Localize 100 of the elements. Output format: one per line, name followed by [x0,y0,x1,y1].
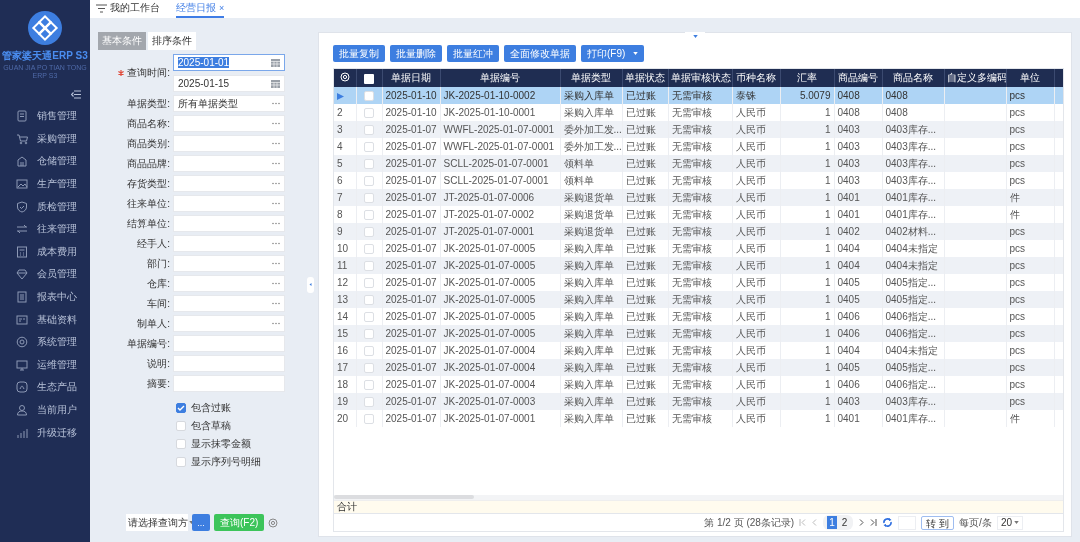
first-page-icon[interactable] [799,519,807,526]
table-row[interactable]: 20 2025-01-07 JK-2025-01-07-0001 采购入库单 已过账 无需审核 人民币 1 0401 0401库存... 件 [334,410,1063,427]
table-row[interactable]: 2025-01-10 JK-2025-01-10-0002 采购入库单 已过账 无需审核 泰铢 5.0079 0408 0408 pcs [334,87,1063,104]
row-checkbox[interactable] [364,346,374,357]
row-checkbox[interactable] [364,125,374,136]
table-row[interactable]: 11 2025-01-07 JK-2025-01-07-0005 采购入库单 已过账 无需审核 人民币 1 0404 0404未指定 pcs [334,257,1063,274]
input-field[interactable] [173,375,285,392]
sidebar-item[interactable]: 生产管理 [0,172,90,196]
sidebar-item[interactable]: 质检管理 [0,195,90,218]
more-icon[interactable] [272,122,280,125]
picker-field[interactable] [173,215,285,232]
column-header[interactable]: 单位 [1006,69,1054,87]
row-checkbox[interactable] [364,278,374,289]
sidebar-item[interactable]: 基础资料 [0,308,90,331]
sidebar-item[interactable]: 报表中心 [0,285,90,309]
row-checkbox[interactable] [364,295,374,306]
sidebar-item[interactable]: 采购管理 [0,127,90,151]
header-checkbox[interactable] [364,73,374,84]
input-field[interactable] [173,355,285,372]
more-icon[interactable] [272,262,280,265]
row-checkbox[interactable] [364,176,374,187]
column-header[interactable]: 汇率 [780,69,834,87]
column-header[interactable]: 单据编号 [440,69,560,87]
more-icon[interactable] [272,242,280,245]
tab[interactable]: 经营日报 × [176,0,225,18]
picker-field[interactable] [173,235,285,252]
table-row[interactable]: 13 2025-01-07 JK-2025-01-07-0005 采购入库单 已过账 无需审核 人民币 1 0405 0405指定... pcs [334,291,1063,308]
date-field[interactable]: 2025-01-01 [173,54,285,71]
picker-field[interactable] [173,135,285,152]
more-icon[interactable] [272,142,280,145]
table-row[interactable]: 15 2025-01-07 JK-2025-01-07-0005 采购入库单 已过账 无需审核 人民币 1 0406 0406指定... pcs [334,325,1063,342]
toolbar-button[interactable]: 批量红冲 [447,45,499,62]
column-header[interactable]: 单据审核状态 [668,69,732,87]
row-checkbox[interactable] [364,363,374,374]
date-field[interactable]: 2025-01-15 [173,75,285,92]
column-header[interactable]: 单据类型 [560,69,622,87]
more-button[interactable]: ... [192,514,210,531]
picker-field[interactable] [173,315,285,332]
table-row[interactable]: 19 2025-01-07 JK-2025-01-07-0003 采购入库单 已过账 无需审核 人民币 1 0403 0403库存... pcs [334,393,1063,410]
collapse-menu-icon[interactable] [71,90,81,99]
picker-field[interactable] [173,275,285,292]
more-icon[interactable] [272,102,280,105]
sidebar-item[interactable]: 生态产品 [0,376,90,399]
row-checkbox[interactable] [364,193,374,204]
page-button[interactable]: 2 [839,516,850,529]
picker-field[interactable]: 所有单据类型 [173,95,285,112]
table-row[interactable]: 9 2025-01-07 JT-2025-01-07-0001 采购退货单 已过账 无需审核 人民币 1 0402 0402材料... pcs [334,223,1063,240]
row-checkbox[interactable] [364,329,374,340]
picker-field[interactable] [173,155,285,172]
sidebar-item[interactable]: 当前用户 [0,398,90,422]
row-checkbox[interactable] [364,91,374,102]
sidebar-item[interactable]: 会员管理 [0,263,90,286]
goto-button[interactable]: 转 到 [921,515,955,530]
more-icon[interactable] [272,202,280,205]
row-checkbox[interactable] [364,380,374,391]
page-input[interactable] [898,515,917,530]
table-row[interactable]: 7 2025-01-07 JT-2025-01-07-0006 采购退货单 已过账 无需审核 人民币 1 0401 0401库存... 件 [334,189,1063,206]
sidebar-item[interactable]: 往来管理 [0,217,90,241]
table-row[interactable]: 3 2025-01-07 WWFL-2025-01-07-0001 委外加工发... 已过账 无需审核 人民币 1 0403 0403库存... pcs [334,121,1063,138]
per-page-select[interactable]: 20 [996,515,1023,530]
row-checkbox[interactable] [364,414,374,425]
row-checkbox[interactable] [364,142,374,153]
table-row[interactable]: 5 2025-01-07 SCLL-2025-01-07-0001 领料单 已过账 无需审核 人民币 1 0403 0403库存... pcs [334,155,1063,172]
sidebar-item[interactable]: 成本费用 [0,240,90,264]
row-checkbox[interactable] [364,261,374,272]
page-button[interactable]: 1 [827,516,837,529]
row-checkbox[interactable] [364,312,374,323]
sidebar-item[interactable]: 升级迁移 [0,421,90,444]
last-page-icon[interactable] [870,519,878,526]
more-icon[interactable] [272,322,280,325]
calendar-icon[interactable] [271,79,280,88]
refresh-icon[interactable] [882,517,894,528]
next-page-icon[interactable] [858,519,866,526]
column-header[interactable]: 单据状态 [622,69,668,87]
more-icon[interactable] [272,222,280,225]
sidebar-item[interactable]: 销售管理 [0,105,90,128]
column-header[interactable]: 商品编号 [834,69,882,87]
picker-field[interactable] [173,255,285,272]
row-checkbox[interactable] [364,397,374,408]
table-row[interactable]: 17 2025-01-07 JK-2025-01-07-0004 采购入库单 已过账 无需审核 人民币 1 0405 0405指定... pcs [334,359,1063,376]
print-dropdown[interactable]: 打印(F9) [581,45,645,62]
sidebar-item[interactable]: 系统管理 [0,330,90,354]
column-header[interactable]: 商品名称 [882,69,944,87]
calendar-icon[interactable] [271,58,280,67]
previous-page-icon[interactable] [811,519,819,526]
picker-field[interactable] [173,115,285,132]
checkbox[interactable] [176,403,186,413]
more-icon[interactable] [272,282,280,285]
more-icon[interactable] [272,182,280,185]
row-checkbox[interactable] [364,159,374,170]
more-icon[interactable] [272,162,280,165]
collapse-handle[interactable] [307,276,314,293]
sidebar-item[interactable]: 运维管理 [0,353,90,377]
tab[interactable]: 我的工作台 [96,0,160,18]
column-header[interactable]: 单据日期 [382,69,440,87]
toolbar-button[interactable]: 批量删除 [390,45,442,62]
toolbar-button[interactable]: 全面修改单据 [504,45,576,62]
sidebar-item[interactable]: 仓储管理 [0,150,90,173]
filter-tab[interactable]: 排序条件 [148,32,196,50]
picker-field[interactable] [173,295,285,312]
